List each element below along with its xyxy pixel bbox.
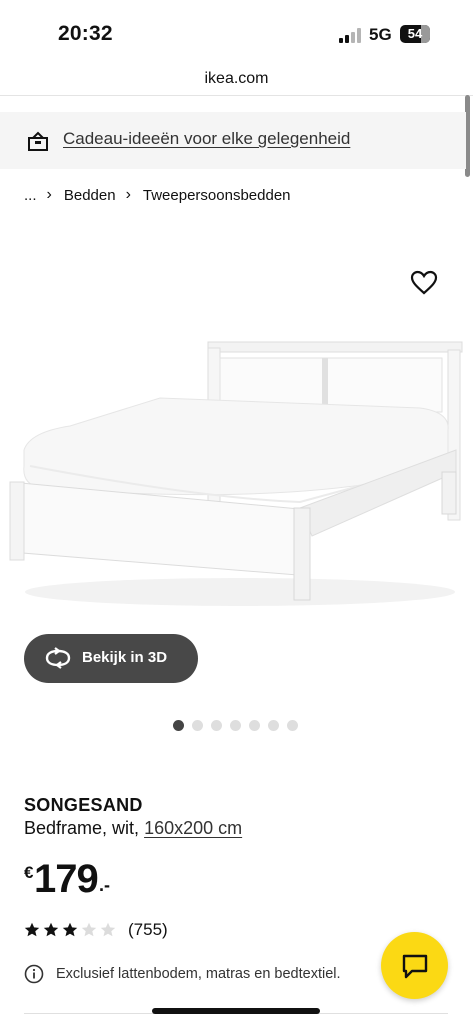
star-filled-icon <box>62 922 78 937</box>
notice-text: Exclusief lattenbodem, matras en bedtext… <box>56 966 341 982</box>
address-bar[interactable]: ikea.com <box>0 62 473 96</box>
carousel-dot[interactable] <box>249 720 260 731</box>
info-icon <box>24 964 44 984</box>
price-currency: € <box>24 863 34 882</box>
product-description: Bedframe, wit, 160x200 cm <box>24 818 242 839</box>
carousel-dot[interactable] <box>230 720 241 731</box>
status-time: 20:32 <box>58 22 113 45</box>
star-empty-icon <box>81 922 97 937</box>
product-image[interactable] <box>0 240 473 640</box>
review-count: (755) <box>128 920 168 939</box>
carousel-dot[interactable] <box>211 720 222 731</box>
url-text: ikea.com <box>204 70 269 87</box>
chat-bubble-icon <box>402 954 428 979</box>
star-empty-icon <box>100 922 116 937</box>
carousel-dots <box>173 720 298 731</box>
rotate-3d-icon <box>45 647 71 669</box>
rating-stars <box>24 922 116 938</box>
size-link[interactable]: 160x200 cm <box>144 818 242 838</box>
view-3d-label: Bekijk in 3D <box>82 649 168 666</box>
network-label: 5G <box>369 25 392 44</box>
view-3d-button[interactable]: Bekijk in 3D <box>24 634 198 683</box>
status-bar: 20:32 5G 54 <box>0 0 473 62</box>
price-value: 179 <box>34 857 99 901</box>
breadcrumb-item-beds[interactable]: Bedden <box>64 187 116 204</box>
carousel-dot[interactable] <box>173 720 184 731</box>
breadcrumb-ellipsis[interactable]: ... <box>24 187 37 204</box>
product-notice: Exclusief lattenbodem, matras en bedtext… <box>24 962 341 986</box>
rating[interactable]: (755) <box>24 918 168 942</box>
star-filled-icon <box>43 922 59 937</box>
chat-button[interactable] <box>381 932 448 999</box>
carousel-dot[interactable] <box>268 720 279 731</box>
signal-icon <box>339 28 361 43</box>
promo-link[interactable]: Cadeau-ideeën voor elke gelegenheid <box>63 129 350 149</box>
breadcrumb: ... › Bedden › Tweepersoonsbedden <box>24 185 291 205</box>
battery-icon: 54 <box>400 25 430 43</box>
battery-level-text: 54 <box>407 26 423 41</box>
product-type: Bedframe, wit, <box>24 818 140 838</box>
chevron-right-icon: › <box>46 186 52 203</box>
star-filled-icon <box>24 922 40 937</box>
carousel-dot[interactable] <box>287 720 298 731</box>
heart-icon[interactable] <box>410 270 438 296</box>
breadcrumb-item-double-beds[interactable]: Tweepersoonsbedden <box>143 187 291 204</box>
price-suffix: .- <box>99 875 110 895</box>
promo-banner[interactable]: Cadeau-ideeën voor elke gelegenheid <box>0 112 466 169</box>
chevron-right-icon: › <box>125 186 131 203</box>
product-name: SONGESAND <box>24 795 143 815</box>
carousel-dot[interactable] <box>192 720 203 731</box>
gift-box-icon <box>28 131 48 151</box>
home-indicator[interactable] <box>152 1008 320 1014</box>
